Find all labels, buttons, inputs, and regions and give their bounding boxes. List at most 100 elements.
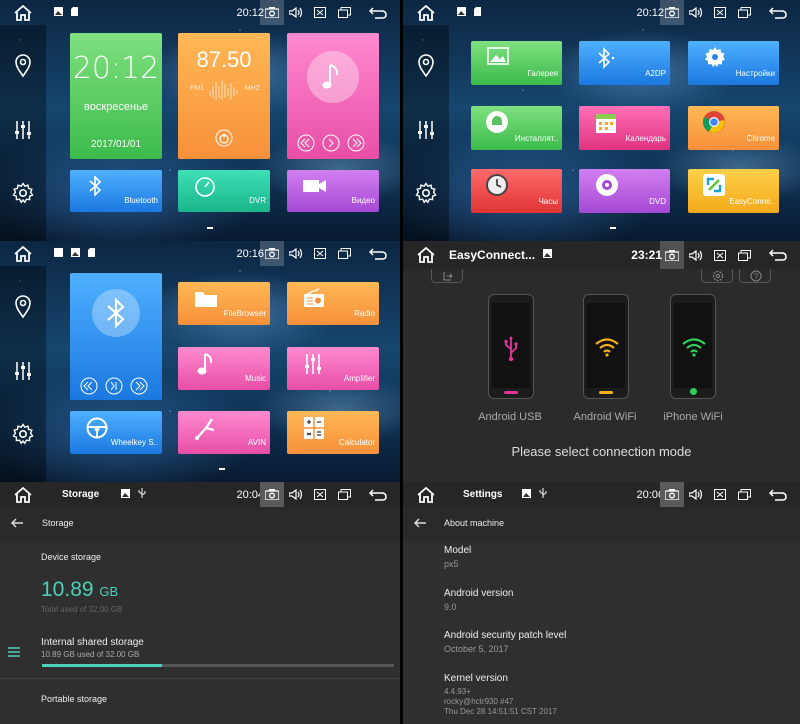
recent-apps-icon[interactable] [332, 248, 356, 259]
arrow-back-icon[interactable] [11, 518, 23, 528]
steering-wheel-icon [86, 417, 108, 439]
screenshot-icon[interactable] [260, 241, 284, 266]
volume-icon[interactable] [684, 249, 708, 261]
tile-easyconnect[interactable]: EasyConne.. [688, 169, 779, 213]
settings-button[interactable] [701, 269, 733, 283]
volume-icon[interactable] [684, 7, 708, 18]
prev-track-icon[interactable] [297, 134, 315, 152]
location-icon[interactable] [14, 53, 32, 83]
item-value: 9.0 [444, 602, 457, 612]
play-icon[interactable] [322, 134, 340, 152]
close-app-icon[interactable] [708, 249, 732, 261]
recent-apps-icon[interactable] [332, 489, 356, 500]
clock-widget[interactable]: 20:12 воскресенье 2017/01/01 [70, 33, 162, 159]
toolbar-title: Storage [42, 518, 74, 528]
iphone-wifi-card[interactable] [670, 294, 716, 399]
security-patch-row[interactable]: Android security patch level October 5, … [403, 628, 800, 664]
tile-dvr[interactable]: DVR [178, 170, 270, 212]
location-icon[interactable] [417, 53, 435, 83]
tile-amplifier[interactable]: Amplifier [287, 347, 379, 390]
close-app-icon[interactable] [308, 7, 332, 18]
volume-icon[interactable] [684, 489, 708, 500]
radio-widget[interactable]: 87.50 FM1 MHZ [178, 33, 270, 159]
tile-wheelkey[interactable]: Wheelkey S.. [70, 411, 162, 454]
play-pause-icon[interactable] [105, 377, 123, 395]
tile-chrome[interactable]: Chrome [688, 106, 779, 150]
close-app-icon[interactable] [708, 489, 732, 500]
screenshot-icon[interactable] [660, 241, 684, 269]
android-usb-card[interactable] [488, 294, 534, 399]
image-icon [54, 6, 63, 19]
settings-gear-icon[interactable] [12, 181, 34, 209]
screenshot-icon[interactable] [260, 482, 284, 507]
next-track-icon[interactable] [347, 134, 365, 152]
location-icon[interactable] [14, 294, 32, 324]
tile-radio[interactable]: Radio [287, 282, 379, 325]
tile-music[interactable]: Music [178, 347, 270, 390]
recent-apps-icon[interactable] [732, 7, 756, 18]
next-track-icon[interactable] [130, 377, 148, 395]
kernel-version-row[interactable]: Kernel version 4.4.93+ rocky@hctr930 #47… [403, 671, 800, 723]
home-icon[interactable] [0, 4, 46, 21]
screenshot-icon[interactable] [260, 0, 284, 25]
close-app-icon[interactable] [308, 248, 332, 259]
status-bar: EasyConnect... 23:21 [403, 241, 800, 269]
side-dock [0, 25, 46, 241]
music-widget[interactable] [287, 33, 379, 159]
android-version-row[interactable]: Android version 9.0 [403, 586, 800, 622]
power-icon[interactable] [215, 129, 233, 147]
back-icon[interactable] [356, 247, 400, 260]
clock-day: воскресенье [84, 101, 148, 113]
settings-gear-icon[interactable] [415, 181, 437, 209]
recent-apps-icon[interactable] [732, 249, 756, 261]
volume-icon[interactable] [284, 7, 308, 18]
settings-gear-icon[interactable] [12, 422, 34, 450]
tile-a2dp[interactable]: A2DP [579, 41, 670, 85]
tile-gallery[interactable]: Галерея [471, 41, 562, 85]
model-row[interactable]: Model px5 [403, 543, 800, 579]
volume-icon[interactable] [284, 489, 308, 500]
tile-calculator[interactable]: Calculator [287, 411, 379, 454]
tile-dvd[interactable]: DVD [579, 169, 670, 213]
screenshot-icon[interactable] [660, 0, 684, 25]
tile-label: EasyConne.. [729, 197, 775, 206]
tile-filebrowser[interactable]: FileBrowser [178, 282, 270, 325]
tile-video[interactable]: Видео [287, 170, 379, 212]
home-icon[interactable] [0, 486, 46, 503]
tile-clock[interactable]: Часы [471, 169, 562, 213]
android-wifi-card[interactable] [583, 294, 629, 399]
equalizer-icon[interactable] [13, 120, 33, 145]
tile-bluetooth[interactable]: Bluetooth [70, 170, 162, 212]
equalizer-icon[interactable] [416, 120, 436, 145]
home-icon[interactable] [0, 245, 46, 262]
screenshot-icon[interactable] [660, 482, 684, 507]
arrow-back-icon[interactable] [414, 518, 426, 528]
close-app-icon[interactable] [308, 489, 332, 500]
recent-apps-icon[interactable] [332, 7, 356, 18]
equalizer-icon[interactable] [13, 361, 33, 386]
tile-avin[interactable]: AVIN [178, 411, 270, 454]
internal-storage-row[interactable]: Internal shared storage 10.89 GB used of… [0, 629, 400, 672]
home-icon[interactable] [403, 247, 449, 263]
back-icon[interactable] [756, 249, 800, 261]
usb-icon [138, 488, 146, 501]
recent-apps-icon[interactable] [732, 489, 756, 500]
tile-calendar[interactable]: Календарь [579, 106, 670, 150]
exit-button[interactable] [431, 269, 463, 283]
home-icon[interactable] [403, 486, 449, 503]
tile-settings[interactable]: Настройки [688, 41, 779, 85]
status-bar: Settings 20:06 [403, 482, 800, 507]
back-icon[interactable] [756, 6, 800, 19]
close-app-icon[interactable] [708, 7, 732, 18]
prev-track-icon[interactable] [80, 377, 98, 395]
back-icon[interactable] [356, 6, 400, 19]
bluetooth-widget[interactable] [70, 273, 162, 400]
home-icon[interactable] [403, 4, 449, 21]
volume-icon[interactable] [284, 248, 308, 259]
image-icon [121, 488, 131, 501]
tile-installer[interactable]: Инсталлят.. [471, 106, 562, 150]
back-icon[interactable] [356, 488, 400, 501]
back-icon[interactable] [756, 488, 800, 501]
easyconnect-screen: EasyConnect... 23:21 ? Android USB Andro… [403, 241, 800, 482]
help-button[interactable]: ? [739, 269, 771, 283]
